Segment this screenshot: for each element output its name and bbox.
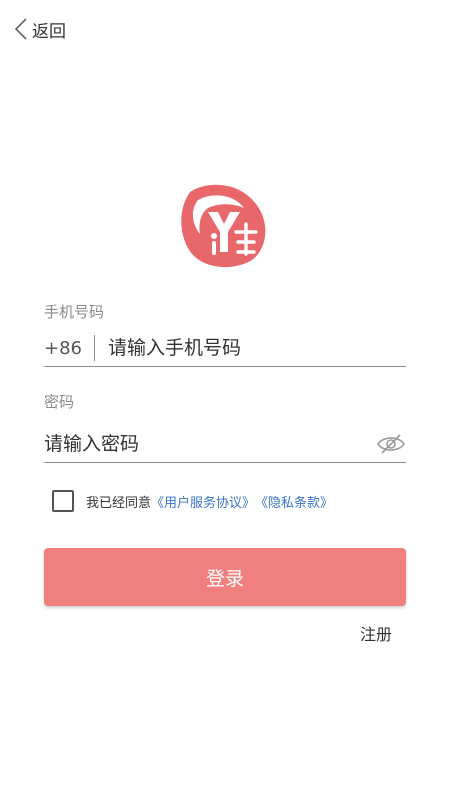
agreement-row: 我已经同意 《用户服务协议》 《隐私条款》 (52, 490, 333, 512)
phone-input[interactable] (108, 337, 406, 359)
country-code[interactable]: +86 (44, 338, 94, 359)
brand-logo-icon (178, 178, 272, 270)
login-button[interactable]: 登录 (44, 548, 406, 606)
phone-label: 手机号码 (44, 303, 105, 321)
back-button[interactable]: 返回 (14, 16, 66, 42)
user-agreement-link[interactable]: 《用户服务协议》 (151, 492, 255, 511)
privacy-policy-link[interactable]: 《隐私条款》 (255, 492, 333, 511)
agreement-checkbox[interactable] (52, 490, 74, 512)
phone-input-row: +86 (44, 330, 406, 367)
password-input-row (44, 426, 406, 463)
password-input[interactable] (44, 433, 376, 455)
back-label: 返回 (32, 21, 66, 42)
agreement-prefix: 我已经同意 (86, 495, 152, 511)
password-label: 密码 (44, 393, 75, 411)
register-link[interactable]: 注册 (360, 621, 392, 645)
divider (94, 335, 95, 361)
eye-off-icon[interactable] (376, 432, 406, 456)
chevron-left-icon (14, 17, 28, 41)
login-page: 返回 手机号码 +86 密码 (0, 0, 450, 800)
